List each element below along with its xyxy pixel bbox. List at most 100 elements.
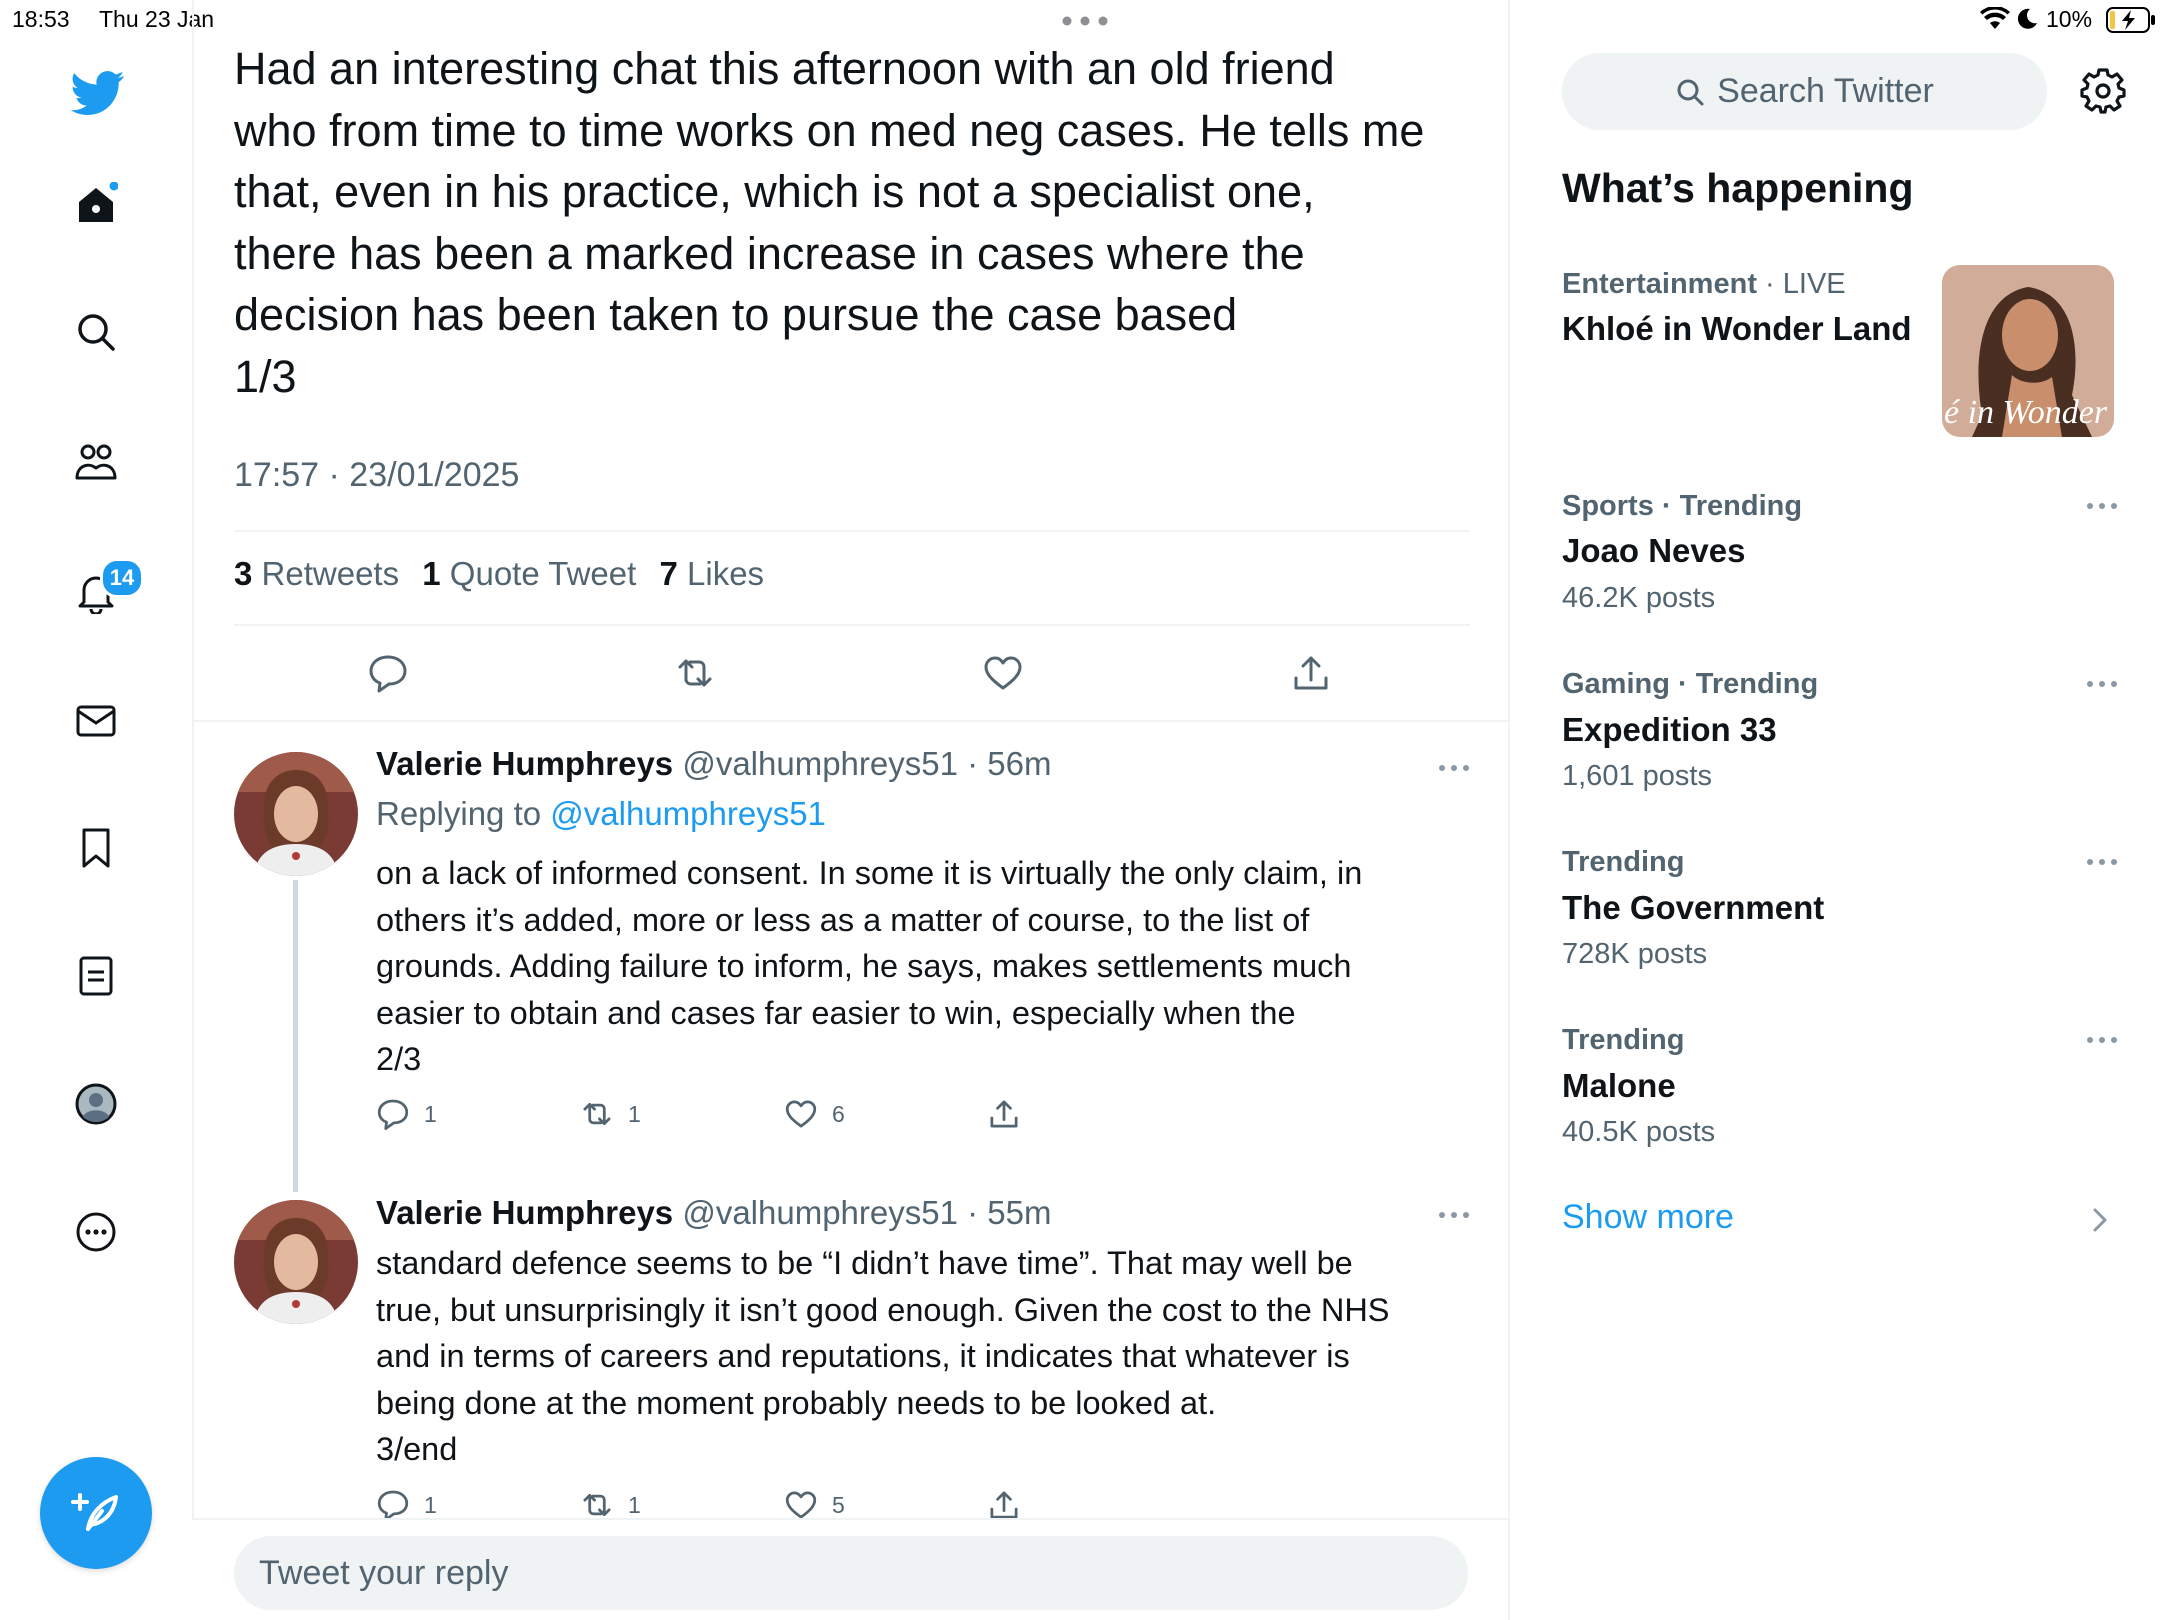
tweet-stats: 3 Retweets 1 Quote Tweet 7 Likes [234,555,778,593]
thumbnail-caption: é in Wonder l [1944,394,2114,431]
bookmark-icon [82,828,110,868]
search-icon [78,314,115,351]
user-handle-time[interactable]: @valhumphreys51 · 56m [682,745,1051,782]
envelope-icon [76,705,116,737]
search-icon [1677,79,1704,105]
likes-stat[interactable]: 7 Likes [659,555,764,592]
right-divider [1508,0,1510,1620]
user-name[interactable]: Valerie Humphreys [376,745,673,782]
user-photo-icon [234,752,358,876]
retweet-button[interactable]: 1 [580,1097,641,1131]
nav-lists[interactable] [70,950,122,1002]
user-handle-time[interactable]: @valhumphreys51 · 55m [682,1194,1051,1231]
divider [234,530,1470,532]
share-button[interactable] [987,1097,1035,1131]
avatar[interactable] [234,752,358,876]
tweet-text: Had an interesting chat this afternoon w… [234,43,1425,402]
trend-context: Trending [1562,846,1685,878]
communities-icon [75,444,117,480]
replying-to: Replying to @valhumphreys51 [376,795,826,832]
retweet-button[interactable] [671,649,719,697]
avatar[interactable] [234,1200,358,1324]
like-button[interactable]: 6 [784,1097,845,1131]
trend-title[interactable]: The Government [1562,889,1824,927]
reply-text: on a lack of informed consent. In some i… [376,855,1363,1077]
retweets-stat[interactable]: 3 Retweets [234,555,399,592]
divider [192,1518,1508,1520]
compose-tweet-button[interactable] [40,1457,152,1569]
wifi-icon [1980,7,2010,31]
like-count: 6 [832,1100,845,1127]
search-placeholder: Search Twitter [1717,72,1934,110]
more-options-icon[interactable] [1434,758,1474,778]
reply-count: 1 [424,1100,437,1127]
nav-bookmarks[interactable] [70,822,122,874]
trend-title[interactable]: Expedition 33 [1562,711,1777,749]
more-options-icon[interactable] [1434,1205,1474,1225]
more-options-icon[interactable] [2082,852,2122,872]
nav-explore[interactable] [70,306,122,358]
featured-category: Entertainment · LIVE [1562,268,1846,300]
share-icon [990,1100,1018,1128]
more-options-icon[interactable] [2082,496,2122,516]
reply-header: Valerie Humphreys @valhumphreys51 · 56m [376,745,1051,783]
heart-icon [785,1491,817,1519]
retweet-button[interactable]: 1 [580,1488,641,1522]
replying-to-link[interactable]: @valhumphreys51 [550,795,826,832]
like-button[interactable] [979,649,1027,697]
multitasking-dots-icon[interactable] [1062,16,1108,26]
nav-messages[interactable] [70,695,122,747]
more-options-icon[interactable] [2082,674,2122,694]
retweet-icon [583,1493,611,1517]
retweet-icon [678,659,712,687]
status-date: Thu 23 Jan [99,6,215,32]
more-options-icon[interactable] [2082,1030,2122,1050]
home-icon [79,182,118,222]
heart-icon [785,1100,817,1128]
retweet-icon [583,1102,611,1126]
featured-title[interactable]: Khloé in Wonder Land [1562,310,1912,348]
portrait-photo-icon: é in Wonder l [1942,265,2114,437]
comment-icon [377,1490,409,1521]
featured-thumbnail[interactable]: é in Wonder l [1942,265,2114,437]
nav-home[interactable] [70,178,122,230]
trend-title[interactable]: Joao Neves [1562,532,1745,570]
left-divider [192,0,194,1620]
reply-button[interactable]: 1 [376,1097,437,1131]
more-circle-icon [76,1212,116,1252]
whats-happening-heading: What’s happening [1562,165,1914,211]
thread-line [293,880,298,1192]
user-name[interactable]: Valerie Humphreys [376,1194,673,1231]
nav-more[interactable] [70,1206,122,1258]
battery-percent: 10% [2046,6,2093,32]
trend-title[interactable]: Malone [1562,1067,1676,1105]
reply-input[interactable]: Tweet your reply [234,1536,1468,1610]
share-button[interactable] [1287,649,1335,697]
reply-text: standard defence seems to be “I didn’t h… [376,1245,1390,1467]
divider [192,720,1508,722]
show-more-link[interactable]: Show more [1562,1198,1734,1237]
trend-count: 728K posts [1562,938,1708,970]
nav-communities[interactable] [70,436,122,488]
share-icon [990,1491,1018,1519]
twitter-logo-icon[interactable] [70,64,126,120]
reply-button[interactable]: 1 [376,1488,437,1522]
settings-button[interactable] [2080,68,2126,114]
avatar-icon [75,1083,117,1125]
search-input[interactable]: Search Twitter [1562,53,2047,130]
reply-button[interactable] [364,649,412,697]
like-button[interactable]: 5 [784,1488,845,1522]
chevron-right-icon[interactable] [2090,1206,2110,1234]
status-time: 18:53 [12,6,70,32]
comment-icon [377,1099,409,1130]
like-count: 5 [832,1491,845,1518]
quotes-stat[interactable]: 1 Quote Tweet [422,555,636,592]
tweet-timestamp[interactable]: 17:57 · 23/01/2025 [234,456,519,495]
share-button[interactable] [987,1488,1035,1522]
nav-profile[interactable] [70,1078,122,1130]
divider [234,624,1470,626]
trend-count: 40.5K posts [1562,1116,1716,1148]
gear-icon [2080,68,2126,114]
reply-header: Valerie Humphreys @valhumphreys51 · 55m [376,1194,1051,1232]
comment-icon [369,655,407,693]
